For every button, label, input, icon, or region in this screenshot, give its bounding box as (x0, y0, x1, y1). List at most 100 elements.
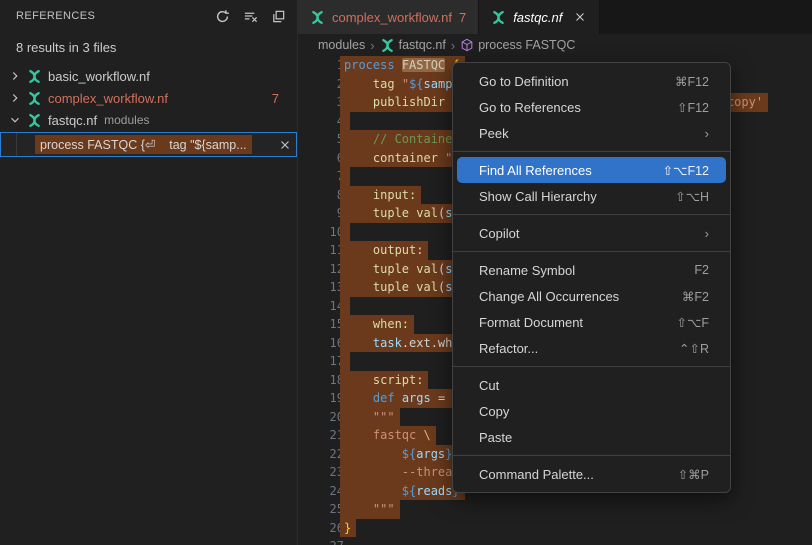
menu-item-label: Show Call Hierarchy (479, 189, 675, 204)
tab-result-count: 7 (459, 10, 466, 25)
tab-fastqc.nf[interactable]: fastqc.nf (479, 0, 600, 34)
menu-item-label: Format Document (479, 315, 676, 330)
code-token (344, 317, 373, 331)
breadcrumb-item-fastqc.nf[interactable]: fastqc.nf (380, 38, 446, 53)
line-number: 12 (298, 260, 344, 279)
code-token (344, 336, 373, 350)
menu-item-show-call-hierarchy[interactable]: Show Call Hierarchy⇧⌥H (453, 183, 730, 209)
menu-item-label: Copy (479, 404, 709, 419)
tab-complex_workflow.nf[interactable]: complex_workflow.nf7 (298, 0, 479, 34)
code-token (395, 58, 402, 72)
tab-close-icon[interactable] (573, 10, 587, 24)
line-number: 26 (298, 519, 344, 538)
submenu-arrow-icon: › (705, 226, 709, 241)
code-token (344, 484, 402, 498)
menu-item-find-all-references[interactable]: Find All References⇧⌥F12 (457, 157, 726, 183)
code-token (344, 373, 373, 387)
nextflow-icon (27, 91, 42, 106)
menu-item-go-to-definition[interactable]: Go to Definition⌘F12 (453, 68, 730, 94)
line-number: 21 (298, 426, 344, 445)
menu-item-go-to-references[interactable]: Go to References⇧F12 (453, 94, 730, 120)
menu-item-peek[interactable]: Peek› (453, 120, 730, 146)
breadcrumb-item-modules[interactable]: modules (318, 38, 365, 52)
code-token: \ (423, 428, 430, 442)
file-result-fastqc.nf[interactable]: fastqc.nfmodules (0, 109, 297, 131)
code-text: process FASTQC { (340, 56, 465, 75)
code-token: val (416, 262, 438, 276)
tree-indent-guide (16, 133, 17, 156)
code-token: reads (416, 484, 452, 498)
chevron-right-icon[interactable] (6, 91, 24, 105)
code-token (344, 77, 373, 91)
code-token: FASTQC (402, 58, 445, 72)
code-text: output: (340, 241, 428, 260)
code-text: """ (340, 408, 400, 427)
close-icon (573, 10, 587, 24)
collapse-all-icon[interactable] (267, 5, 289, 27)
code-token: output: (373, 243, 424, 257)
menu-item-copy[interactable]: Copy (453, 398, 730, 424)
chevron-down-icon[interactable] (6, 113, 24, 127)
code-text: """ (340, 500, 400, 519)
menu-item-format-document[interactable]: Format Document⇧⌥F (453, 309, 730, 335)
chevron-right-icon[interactable] (6, 69, 24, 83)
file-path-description: modules (104, 113, 149, 127)
menu-item-label: Go to References (479, 100, 677, 115)
line-number: 22 (298, 445, 344, 464)
code-token (344, 151, 373, 165)
line-number: 9 (298, 204, 344, 223)
code-token (344, 502, 373, 516)
line-number: 18 (298, 371, 344, 390)
menu-item-rename-symbol[interactable]: Rename SymbolF2 (453, 257, 730, 283)
dismiss-reference-icon[interactable] (274, 138, 296, 152)
menu-item-paste[interactable]: Paste (453, 424, 730, 450)
menu-item-shortcut: ⇧⌘P (678, 467, 709, 482)
menu-item-refactor[interactable]: Refactor...⌃⇧R (453, 335, 730, 361)
code-text: fastqc \ (340, 426, 436, 445)
breadcrumb-item-process-fastqc[interactable]: process FASTQC (460, 38, 575, 52)
selection-stub (340, 112, 350, 131)
code-token (344, 95, 373, 109)
menu-item-shortcut: ⌘F2 (682, 289, 709, 304)
code-text: input: (340, 186, 421, 205)
menu-item-command-palette[interactable]: Command Palette...⇧⌘P (453, 461, 730, 487)
menu-item-cut[interactable]: Cut (453, 372, 730, 398)
file-result-basic_workflow.nf[interactable]: basic_workflow.nf (0, 65, 297, 87)
code-token: container (373, 151, 438, 165)
references-sidebar: REFERENCES 8 results in 3 files basic_wo… (0, 0, 298, 545)
menu-item-label: Find All References (479, 163, 663, 178)
clear-results-icon[interactable] (239, 5, 261, 27)
tab-bar: complex_workflow.nf7 fastqc.nf (298, 0, 812, 34)
code-text: } (340, 519, 356, 538)
code-token: ${ (402, 447, 416, 461)
code-token (344, 428, 373, 442)
chevron-down-icon (8, 113, 22, 127)
menu-item-change-all-occurrences[interactable]: Change All Occurrences⌘F2 (453, 283, 730, 309)
code-text: ${reads} (340, 482, 465, 501)
line-number: 25 (298, 500, 344, 519)
breadcrumb-separator: › (451, 38, 455, 53)
refresh-icon[interactable] (211, 5, 233, 27)
code-line-26[interactable]: 26} (298, 519, 812, 538)
tab-label: fastqc.nf (513, 10, 562, 25)
line-number: 8 (298, 186, 344, 205)
code-token: " (402, 77, 409, 91)
selection-stub (340, 223, 350, 242)
context-menu: Go to Definition⌘F12Go to References⇧F12… (452, 62, 731, 493)
code-line-27[interactable]: 27 (298, 537, 812, 545)
menu-separator (453, 366, 730, 367)
menu-item-shortcut: ⇧⌥F12 (663, 163, 709, 178)
symbol-cube-icon (460, 38, 474, 52)
sidebar-actions (211, 5, 289, 27)
menu-separator (453, 251, 730, 252)
reference-result-item[interactable]: process FASTQC {⏎ tag "${samp... (0, 132, 297, 157)
menu-item-copilot[interactable]: Copilot› (453, 220, 730, 246)
code-line-25[interactable]: 25 """ (298, 500, 812, 519)
breadcrumb-label: fastqc.nf (399, 38, 446, 52)
code-token (344, 188, 373, 202)
chevron-right-icon (8, 91, 22, 105)
file-result-complex_workflow.nf[interactable]: complex_workflow.nf7 (0, 87, 297, 109)
line-number: 7 (298, 167, 344, 186)
code-token: script: (373, 373, 424, 387)
menu-item-shortcut: ⇧⌥H (675, 189, 709, 204)
